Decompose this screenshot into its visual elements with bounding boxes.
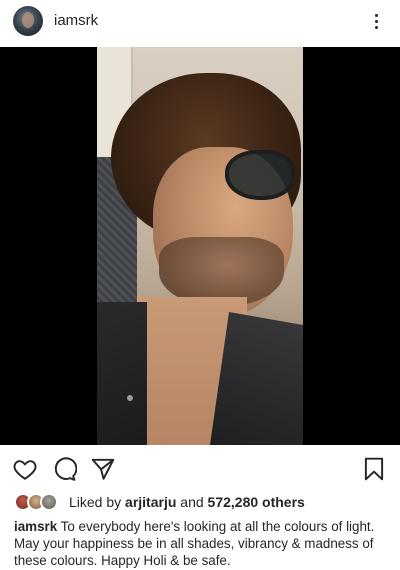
post-image-frame[interactable] [0, 47, 400, 445]
likes-conjunction: and [180, 494, 204, 510]
share-button[interactable] [90, 456, 116, 482]
comment-icon [54, 457, 77, 481]
bookmark-icon [364, 457, 384, 481]
like-button[interactable] [12, 456, 38, 482]
post-username[interactable]: iamsrk [54, 12, 98, 29]
likes-summary[interactable]: Liked by arjitarju and 572,280 others [14, 491, 305, 513]
more-dot [374, 19, 378, 23]
likes-first-user[interactable]: arjitarju [125, 494, 176, 510]
paper-plane-icon [91, 458, 115, 480]
post-photo[interactable] [97, 47, 303, 445]
liker-avatar [40, 493, 58, 511]
caption-text: To everybody here's looking at all the c… [14, 519, 375, 568]
more-options-icon[interactable] [366, 9, 386, 33]
more-dot [374, 25, 378, 29]
likes-text: Liked by arjitarju and 572,280 others [69, 494, 305, 510]
avatar[interactable] [13, 6, 43, 36]
comment-button[interactable] [51, 456, 77, 482]
more-dot [374, 13, 378, 17]
caption-username[interactable]: iamsrk [14, 519, 57, 534]
post-caption: iamsrk To everybody here's looking at al… [14, 518, 390, 569]
heart-icon [13, 460, 37, 480]
photo-sunglasses [225, 150, 295, 200]
action-bar [0, 450, 400, 486]
post-header: iamsrk [0, 0, 400, 44]
photo-shirt-button [127, 395, 133, 401]
likes-count[interactable]: 572,280 others [208, 494, 305, 510]
photo-shirt-left [97, 302, 147, 445]
likes-prefix: Liked by [69, 494, 122, 510]
save-button[interactable] [361, 456, 387, 482]
liker-avatars [14, 492, 62, 512]
